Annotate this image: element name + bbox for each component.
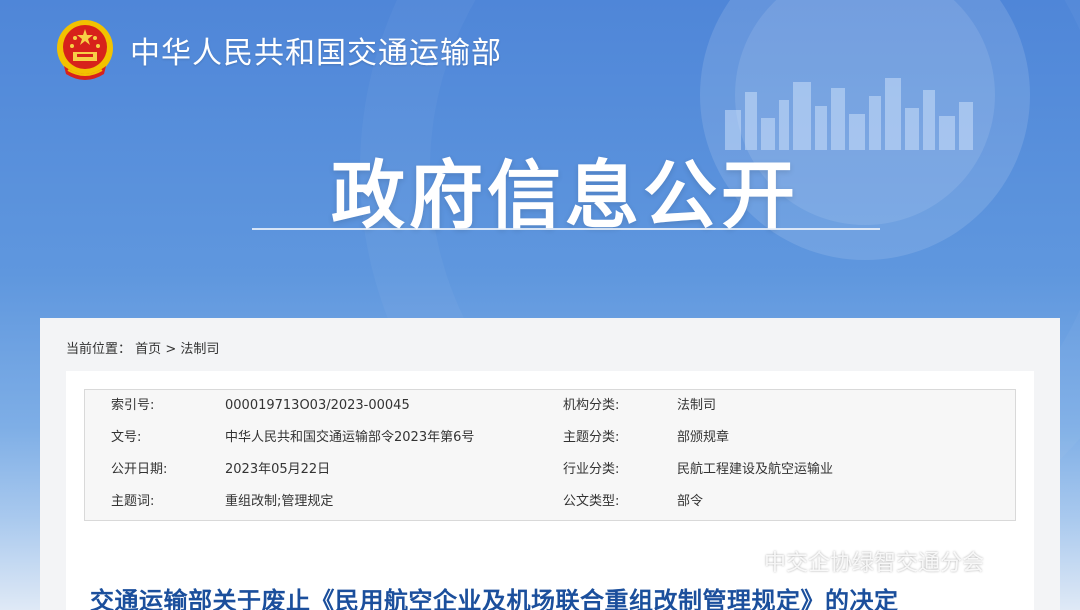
meta-key: 主题词: bbox=[111, 494, 155, 509]
breadcrumb-home-link[interactable]: 首页 bbox=[135, 342, 161, 357]
meta-value: 部颁规章 bbox=[677, 430, 730, 445]
metadata-row: 文号: 中华人民共和国交通运输部令2023年第6号 主题分类: 部颁规章 bbox=[85, 422, 1015, 454]
meta-key: 公文类型: bbox=[563, 494, 620, 509]
metadata-row: 主题词: 重组改制;管理规定 公文类型: 部令 bbox=[85, 486, 1015, 518]
wechat-icon bbox=[728, 552, 757, 572]
meta-value: 2023年05月22日 bbox=[225, 462, 331, 477]
meta-value: 000019713O03/2023-00045 bbox=[225, 398, 410, 413]
page-title: 政府信息公开 bbox=[331, 153, 799, 239]
meta-key: 行业分类: bbox=[563, 462, 620, 477]
meta-value: 重组改制;管理规定 bbox=[225, 494, 334, 509]
national-emblem-icon bbox=[57, 20, 113, 80]
breadcrumb-separator: > bbox=[165, 342, 177, 357]
meta-key: 主题分类: bbox=[563, 430, 620, 445]
meta-key: 索引号: bbox=[111, 398, 155, 413]
title-divider bbox=[252, 228, 880, 230]
document-title: 交通运输部关于废止《民用航空企业及机场联合重组改制管理规定》的决定 bbox=[90, 587, 899, 610]
watermark-text: 中交企协绿智交通分会 bbox=[764, 551, 985, 576]
watermark: 中交企协绿智交通分会 bbox=[728, 545, 984, 577]
meta-value: 部令 bbox=[677, 494, 704, 509]
breadcrumb-current-link[interactable]: 法制司 bbox=[180, 342, 219, 357]
meta-key: 文号: bbox=[111, 430, 142, 445]
meta-value: 民航工程建设及航空运输业 bbox=[677, 462, 834, 477]
breadcrumb: 当前位置： 首页 > 法制司 bbox=[66, 338, 219, 357]
site-name[interactable]: 中华人民共和国交通运输部 bbox=[130, 28, 502, 72]
meta-value: 法制司 bbox=[677, 398, 717, 413]
metadata-table: 索引号: 000019713O03/2023-00045 机构分类: 法制司 文… bbox=[84, 389, 1016, 521]
meta-key: 公开日期: bbox=[111, 462, 168, 477]
meta-key: 机构分类: bbox=[563, 398, 620, 413]
metadata-row: 公开日期: 2023年05月22日 行业分类: 民航工程建设及航空运输业 bbox=[85, 454, 1015, 486]
meta-value: 中华人民共和国交通运输部令2023年第6号 bbox=[225, 430, 475, 445]
breadcrumb-label: 当前位置： bbox=[66, 342, 132, 357]
metadata-row: 索引号: 000019713O03/2023-00045 机构分类: 法制司 bbox=[85, 390, 1015, 422]
